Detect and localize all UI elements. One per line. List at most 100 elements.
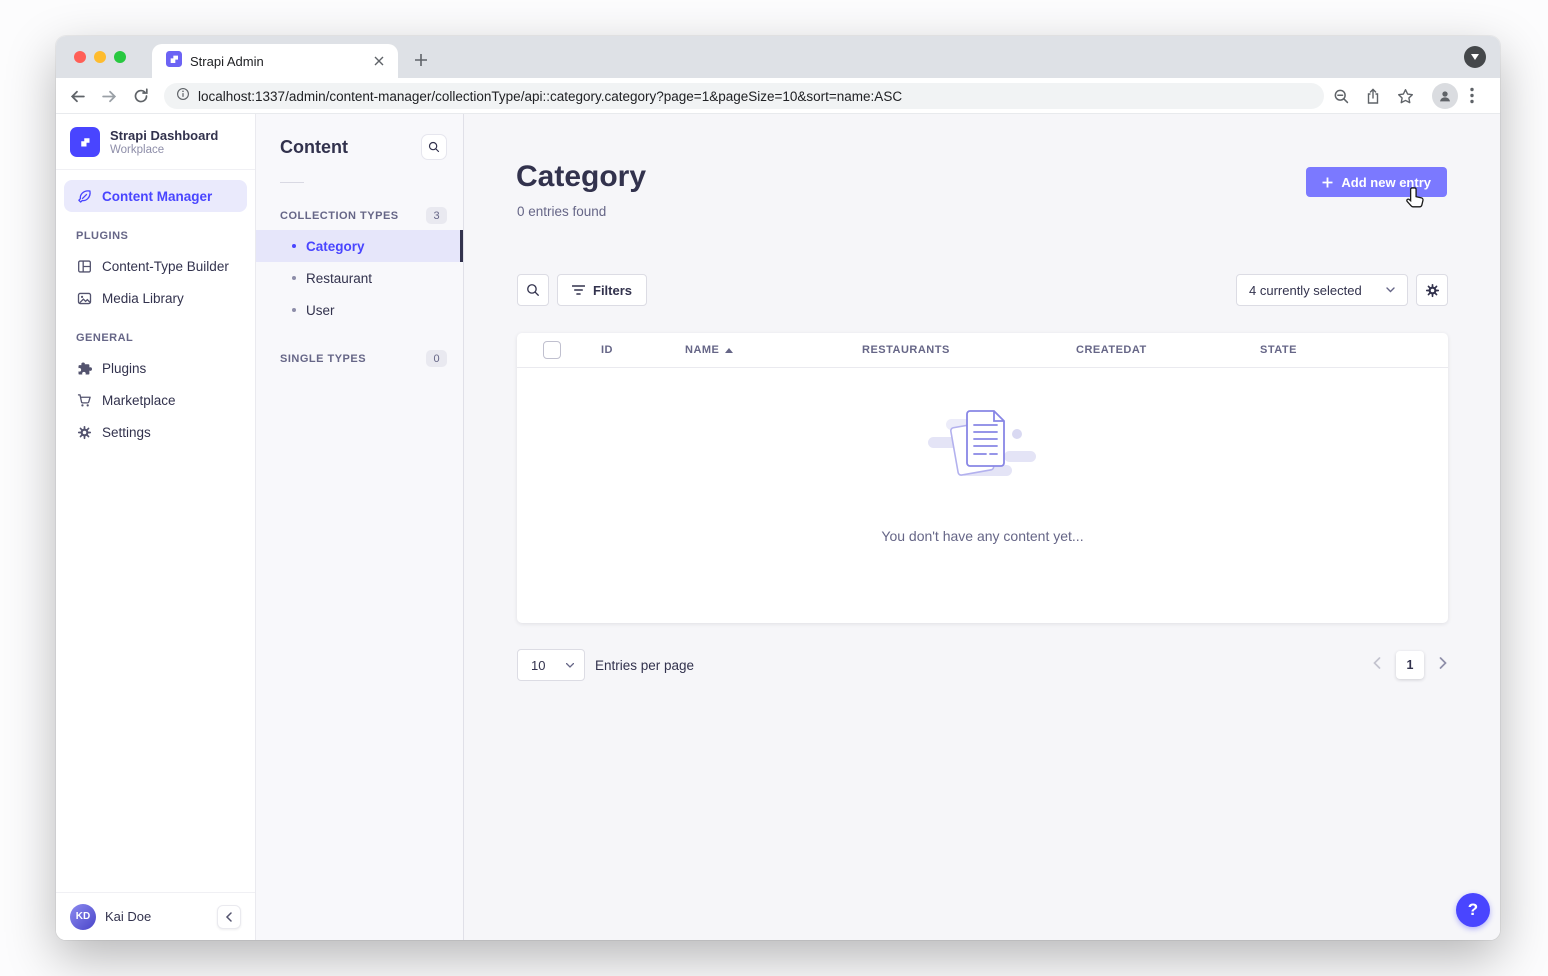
new-tab-button[interactable] [408,47,434,73]
browser-menu-icon[interactable] [1470,87,1486,103]
page-title: Category [516,160,646,194]
bookmark-star-icon[interactable] [1397,88,1413,104]
table-header-row: ID NAME RESTAURANTS CREATEDAT STATE [517,333,1448,368]
columns-selected-dropdown[interactable]: 4 currently selected [1236,274,1408,306]
image-icon [76,290,92,306]
chevron-down-icon [1386,287,1395,293]
puzzle-icon [76,360,92,376]
page-size-dropdown[interactable]: 10 [517,649,585,681]
url-bar[interactable]: localhost:1337/admin/content-manager/col… [164,83,1324,109]
pagination-row: 10 Entries per page 1 [517,649,1447,681]
main-content: Category 0 entries found Add new entry F… [464,114,1500,940]
filter-icon [572,285,585,295]
favicon-strapi-icon [166,51,182,72]
column-header-name[interactable]: NAME [685,333,733,368]
close-window-button[interactable] [74,51,86,63]
workspace-switcher[interactable]: Strapi Dashboard Workplace [56,114,255,170]
content-subnav: Content COLLECTION TYPES 3 Category Rest… [256,114,464,940]
column-header-id[interactable]: ID [601,333,613,368]
subnav-item-restaurant[interactable]: Restaurant [256,262,463,294]
entries-table: ID NAME RESTAURANTS CREATEDAT STATE [517,333,1448,623]
page-number-button[interactable]: 1 [1396,651,1424,679]
sidebar-item-label: Media Library [102,291,184,306]
share-icon[interactable] [1365,88,1381,104]
main-sidebar: Strapi Dashboard Workplace Content Manag… [56,114,256,940]
browser-tab[interactable]: Strapi Admin [152,44,398,78]
subnav-title: Content [280,137,348,158]
screen-record-indicator-icon[interactable] [1464,46,1486,68]
bullet-icon [292,276,296,280]
table-search-button[interactable] [517,274,549,306]
collection-types-label: COLLECTION TYPES [280,210,399,222]
collection-types-count-badge: 3 [426,207,447,224]
single-types-count-badge: 0 [426,350,447,367]
minimize-window-button[interactable] [94,51,106,63]
workspace-name: Workplace [110,144,218,156]
gear-icon [1425,283,1440,298]
browser-profile-avatar[interactable] [1432,83,1458,109]
entries-found-text: 0 entries found [517,204,606,219]
subnav-search-button[interactable] [421,134,447,160]
plus-icon [1322,177,1333,188]
sidebar-item-marketplace[interactable]: Marketplace [64,384,247,416]
sidebar-user-row: KD Kai Doe [56,892,255,940]
entries-per-page-label: Entries per page [595,658,694,673]
filters-button[interactable]: Filters [557,274,647,306]
app-name: Strapi Dashboard [110,128,218,144]
cart-icon [76,392,92,408]
subnav-item-label: Category [306,239,365,254]
select-all-checkbox[interactable] [543,341,561,359]
layout-icon [76,258,92,274]
sidebar-item-label: Marketplace [102,393,176,408]
edit-pen-icon [76,188,92,204]
bullet-icon [292,244,296,248]
strapi-app: Strapi Dashboard Workplace Content Manag… [56,114,1500,940]
help-button[interactable]: ? [1456,893,1490,927]
sort-ascending-icon [725,348,733,353]
single-types-label: SINGLE TYPES [280,353,366,365]
window-controls [74,51,126,63]
sidebar-item-label: Plugins [102,361,146,376]
sidebar-section-plugins: PLUGINS [56,212,255,250]
forward-icon[interactable] [100,87,118,105]
sidebar-item-label: Content-Type Builder [102,259,229,274]
zoom-icon[interactable] [1333,88,1349,104]
table-settings-button[interactable] [1416,274,1448,306]
sidebar-item-plugins[interactable]: Plugins [64,352,247,384]
column-header-state[interactable]: STATE [1260,333,1297,368]
url-text[interactable]: localhost:1337/admin/content-manager/col… [198,89,902,104]
user-avatar[interactable]: KD [70,904,96,930]
subnav-item-label: User [306,303,335,318]
browser-toolbar: localhost:1337/admin/content-manager/col… [56,78,1500,114]
sidebar-item-content-manager[interactable]: Content Manager [64,180,247,212]
subnav-item-label: Restaurant [306,271,372,286]
sidebar-item-label: Settings [102,425,151,440]
collapse-sidebar-button[interactable] [217,905,241,929]
browser-tabstrip: Strapi Admin [56,36,1500,78]
tab-title: Strapi Admin [190,54,362,69]
previous-page-icon[interactable] [1373,656,1381,674]
subnav-item-category[interactable]: Category [256,230,463,262]
reload-icon[interactable] [132,87,150,105]
column-header-restaurants[interactable]: RESTAURANTS [862,333,950,368]
subnav-item-user[interactable]: User [256,294,463,326]
action-row: Filters 4 currently selected [517,274,1448,306]
back-icon[interactable] [68,87,86,105]
next-page-icon[interactable] [1439,656,1447,674]
site-info-icon[interactable] [176,87,190,106]
sidebar-section-general: GENERAL [56,314,255,352]
column-header-createdat[interactable]: CREATEDAT [1076,333,1147,368]
sidebar-item-settings[interactable]: Settings [64,416,247,448]
sidebar-item-label: Content Manager [102,189,212,204]
empty-state-text: You don't have any content yet... [881,528,1083,544]
empty-state-illustration [920,401,1046,502]
zoom-window-button[interactable] [114,51,126,63]
user-name: Kai Doe [105,909,208,924]
close-tab-icon[interactable] [370,52,388,70]
chevron-down-icon [566,663,574,668]
sidebar-item-media-library[interactable]: Media Library [64,282,247,314]
bullet-icon [292,308,296,312]
divider [280,182,304,183]
sidebar-item-content-type-builder[interactable]: Content-Type Builder [64,250,247,282]
strapi-logo-icon [70,127,100,157]
